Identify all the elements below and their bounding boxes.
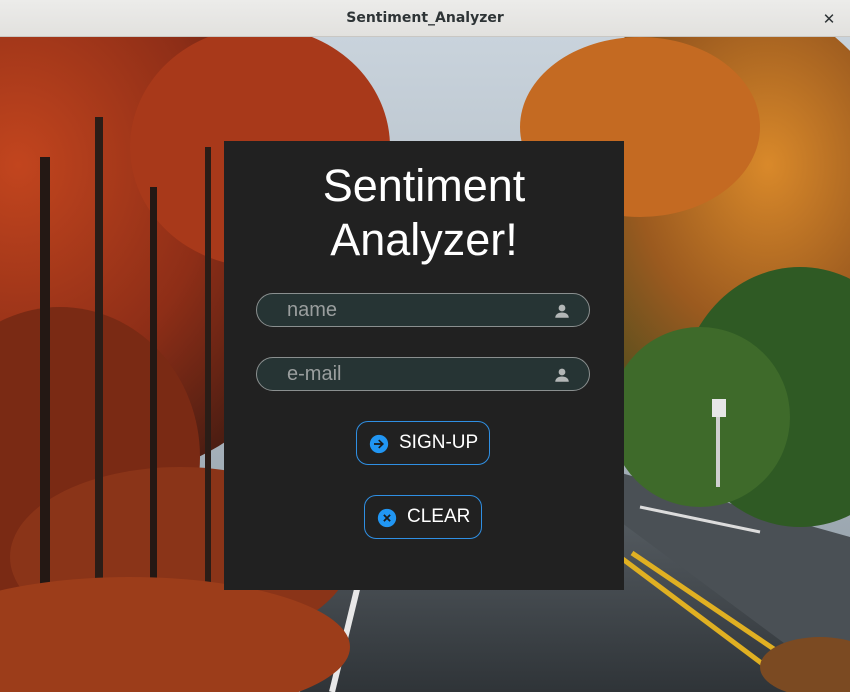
- window-title: Sentiment_Analyzer: [346, 10, 504, 26]
- app-heading: Sentiment Analyzer!: [224, 159, 624, 267]
- close-circle-icon: [377, 508, 397, 528]
- signup-label: SIGN-UP: [399, 432, 479, 453]
- clear-button[interactable]: CLEAR: [364, 495, 482, 539]
- email-field[interactable]: [256, 357, 590, 391]
- heading-line-2: Analyzer!: [330, 214, 518, 265]
- app-window: Sentiment_Analyzer ✕ Sentiment Analyzer!…: [0, 0, 850, 692]
- title-bar[interactable]: Sentiment_Analyzer ✕: [0, 0, 850, 37]
- heading-line-1: Sentiment: [322, 160, 526, 211]
- arrow-right-circle-icon: [369, 434, 389, 454]
- signup-card: Sentiment Analyzer! SIGN-UP: [224, 141, 624, 590]
- email-input[interactable]: [287, 358, 537, 390]
- name-field[interactable]: [256, 293, 590, 327]
- account-icon: [555, 368, 569, 382]
- signup-button[interactable]: SIGN-UP: [356, 421, 490, 465]
- close-window-button[interactable]: ✕: [818, 8, 840, 30]
- clear-label: CLEAR: [407, 506, 471, 527]
- account-icon: [555, 304, 569, 318]
- name-input[interactable]: [287, 294, 537, 326]
